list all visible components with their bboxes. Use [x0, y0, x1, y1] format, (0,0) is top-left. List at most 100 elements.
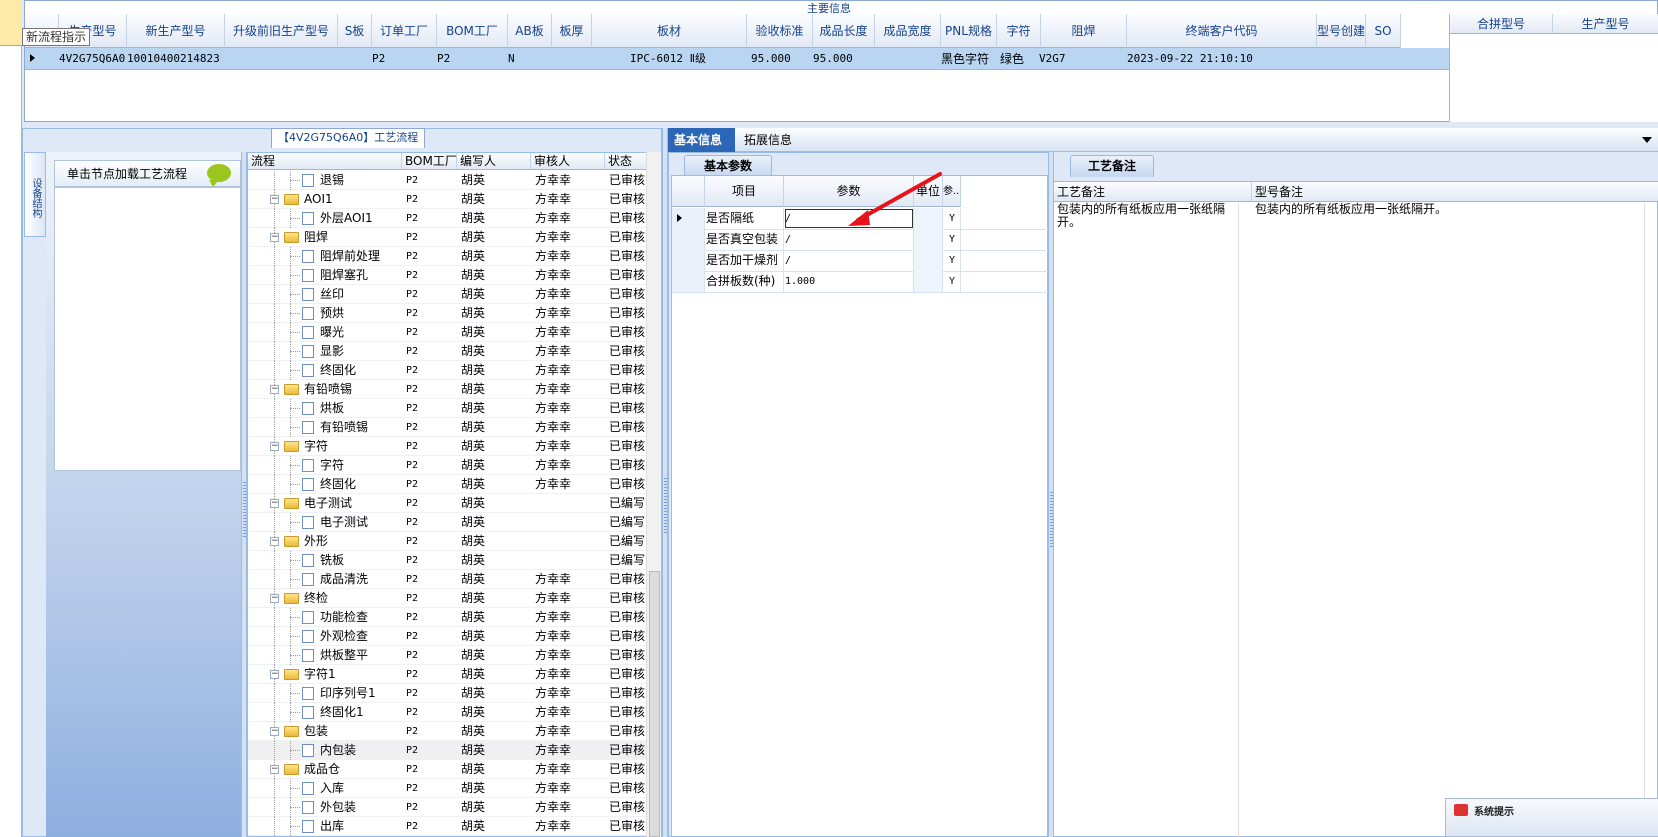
cell-new-prod-model[interactable]: 10010400214823 [127, 48, 220, 70]
cell-customer-code[interactable]: V2G7 [1039, 48, 1066, 70]
tree-row[interactable]: 丝印 P2 胡英 方幸幸 已审核 [248, 285, 648, 304]
param-value[interactable]: / [784, 250, 914, 271]
node-list-area[interactable] [54, 187, 241, 471]
param-row-header[interactable] [672, 208, 705, 229]
param-row-header[interactable] [672, 271, 705, 292]
left-strip-tab[interactable] [0, 0, 22, 46]
tree-row[interactable]: 显影 P2 胡英 方幸幸 已审核 [248, 342, 648, 361]
col-bom-factory[interactable]: BOM工厂 [437, 14, 508, 48]
tree-row[interactable]: 烘板整平 P2 胡英 方幸幸 已审核 [248, 646, 648, 665]
tree-row[interactable]: 内包装 P2 胡英 方幸幸 已审核 [248, 741, 648, 760]
param-row-header[interactable] [672, 229, 705, 250]
col-solder[interactable]: 阻焊 [1041, 14, 1127, 48]
col-ab-board[interactable]: AB板 [508, 14, 552, 48]
col-prod-model-right[interactable]: 生产型号 [1553, 14, 1658, 34]
process-remark-text[interactable]: 包装内的所有纸板应用一张纸隔开。 [1057, 203, 1237, 229]
col-pnl[interactable]: PNL规格 [941, 14, 997, 48]
collapse-icon[interactable]: − [270, 594, 279, 603]
collapse-icon[interactable]: − [270, 442, 279, 451]
tree-row[interactable]: 有铅喷锡 P2 胡英 方幸幸 已审核 [248, 418, 648, 437]
col-material[interactable]: 板材 [592, 14, 747, 48]
tab-basic-info[interactable]: 基本信息 [668, 128, 735, 152]
cell-ab-board[interactable]: N [508, 48, 515, 70]
col-writer[interactable]: 编写人 [457, 153, 531, 170]
tab-extended-info[interactable]: 拓展信息 [744, 128, 792, 152]
tree-row[interactable]: 出库 P2 胡英 方幸幸 已审核 [248, 817, 648, 836]
cell-character[interactable]: 黑色字符 [941, 48, 989, 70]
collapse-icon[interactable]: − [270, 195, 279, 204]
cell-order-factory[interactable]: P2 [372, 48, 385, 70]
tree-row[interactable]: − 字符1 P2 胡英 方幸幸 已审核 [248, 665, 648, 684]
tree-row[interactable]: − 电子测试 P2 胡英 已编写 [248, 494, 648, 513]
col-reviewer[interactable]: 审核人 [531, 153, 605, 170]
col-combined-model[interactable]: 合拼型号 [1450, 14, 1553, 34]
param-row[interactable]: 是否加干燥剂 / Y [672, 250, 1048, 272]
model-remark-scrollbar[interactable] [1644, 203, 1658, 837]
col-bom-factory[interactable]: BOM工厂 [402, 153, 457, 170]
col-width[interactable]: 成品宽度 [875, 14, 941, 48]
param-row-header[interactable] [672, 250, 705, 271]
tree-row[interactable]: 终固化 P2 胡英 方幸幸 已审核 [248, 361, 648, 380]
tree-row[interactable]: 外包装 P2 胡英 方幸幸 已审核 [248, 798, 648, 817]
model-remark-text[interactable]: 包装内的所有纸板应用一张纸隔开。 [1255, 203, 1635, 216]
cell-prod-model[interactable]: 4V2G75Q6A0 [59, 48, 125, 70]
param-row[interactable]: 合拼板数(种) 1.000 Y [672, 271, 1048, 293]
col-length[interactable]: 成品长度 [813, 14, 875, 48]
cell-solder[interactable]: 绿色 [1000, 48, 1024, 70]
tree-row[interactable]: 功能检查 P2 胡英 方幸幸 已审核 [248, 608, 648, 627]
col-so[interactable]: SO [1366, 14, 1401, 48]
tree-row[interactable]: 字符 P2 胡英 方幸幸 已审核 [248, 456, 648, 475]
tree-row[interactable]: 铣板 P2 胡英 已编写 [248, 551, 648, 570]
param-flag[interactable]: Y [943, 250, 961, 271]
remark-scrollbar[interactable] [1238, 203, 1252, 837]
tree-row[interactable]: 退锡 P2 胡英 方幸幸 已审核 [248, 171, 648, 190]
param-flag[interactable]: Y [943, 271, 961, 292]
tree-row[interactable]: 曝光 P2 胡英 方幸幸 已审核 [248, 323, 648, 342]
cell-length[interactable]: 95.000 [751, 48, 791, 70]
param-unit[interactable] [914, 229, 943, 250]
collapse-icon[interactable]: − [270, 537, 279, 546]
param-flag[interactable]: Y [943, 208, 961, 229]
param-unit[interactable] [914, 271, 943, 292]
tree-row[interactable]: 终固化 P2 胡英 方幸幸 已审核 [248, 475, 648, 494]
tree-row[interactable]: 外层AOI1 P2 胡英 方幸幸 已审核 [248, 209, 648, 228]
tree-row[interactable]: − 阻焊 P2 胡英 方幸幸 已审核 [248, 228, 648, 247]
tree-row[interactable]: 阻焊前处理 P2 胡英 方幸幸 已审核 [248, 247, 648, 266]
tree-row[interactable]: 阻焊塞孔 P2 胡英 方幸幸 已审核 [248, 266, 648, 285]
tree-row[interactable]: − 外形 P2 胡英 已编写 [248, 532, 648, 551]
col-created-time[interactable]: 型号创建时间 [1317, 14, 1366, 48]
col-order-factory[interactable]: 订单工厂 [372, 14, 437, 48]
col-thickness[interactable]: 板厚 [552, 14, 592, 48]
tree-row[interactable]: 外观检查 P2 胡英 方幸幸 已审核 [248, 627, 648, 646]
tree-row[interactable]: − 终检 P2 胡英 方幸幸 已审核 [248, 589, 648, 608]
tree-row[interactable]: 终固化1 P2 胡英 方幸幸 已审核 [248, 703, 648, 722]
col-process[interactable]: 流程 [248, 153, 402, 170]
tab-process-remarks[interactable]: 工艺备注 [1070, 155, 1154, 177]
cell-width[interactable]: 95.000 [813, 48, 853, 70]
col-model-remark[interactable]: 型号备注 [1252, 182, 1658, 202]
col-old-prod-model[interactable]: 升级前旧生产型号 [225, 14, 338, 48]
col-new-prod-model[interactable]: 新生产型号 [127, 14, 225, 48]
tree-row[interactable]: 成品清洗 P2 胡英 方幸幸 已审核 [248, 570, 648, 589]
cell-created-time[interactable]: 2023-09-22 21:10:10 [1127, 48, 1253, 70]
param-flag[interactable]: Y [943, 229, 961, 250]
col-flag[interactable]: 参... [943, 176, 961, 207]
collapse-icon[interactable]: − [270, 385, 279, 394]
collapse-icon[interactable]: − [270, 727, 279, 736]
col-process-remark[interactable]: 工艺备注 [1054, 182, 1252, 202]
tree-scroll-thumb[interactable] [649, 571, 660, 837]
cell-standard[interactable]: IPC-6012 Ⅱ级 [630, 48, 706, 70]
tree-row[interactable]: − 成品仓 P2 胡英 方幸幸 已审核 [248, 760, 648, 779]
tree-scrollbar[interactable] [646, 152, 661, 837]
equipment-structure-tab[interactable]: 设备结构 [24, 152, 46, 237]
param-value[interactable]: 1.000 [784, 271, 914, 292]
col-character[interactable]: 字符 [997, 14, 1041, 48]
tree-row[interactable]: − 字符 P2 胡英 方幸幸 已审核 [248, 437, 648, 456]
col-standard[interactable]: 验收标准 [747, 14, 813, 48]
collapse-icon[interactable]: − [270, 765, 279, 774]
param-value[interactable]: / [784, 229, 914, 250]
tree-row[interactable]: 印序列号1 P2 胡英 方幸幸 已审核 [248, 684, 648, 703]
col-item[interactable]: 项目 [705, 176, 784, 207]
collapse-icon[interactable]: − [270, 499, 279, 508]
tree-row[interactable]: 入库 P2 胡英 方幸幸 已审核 [248, 779, 648, 798]
